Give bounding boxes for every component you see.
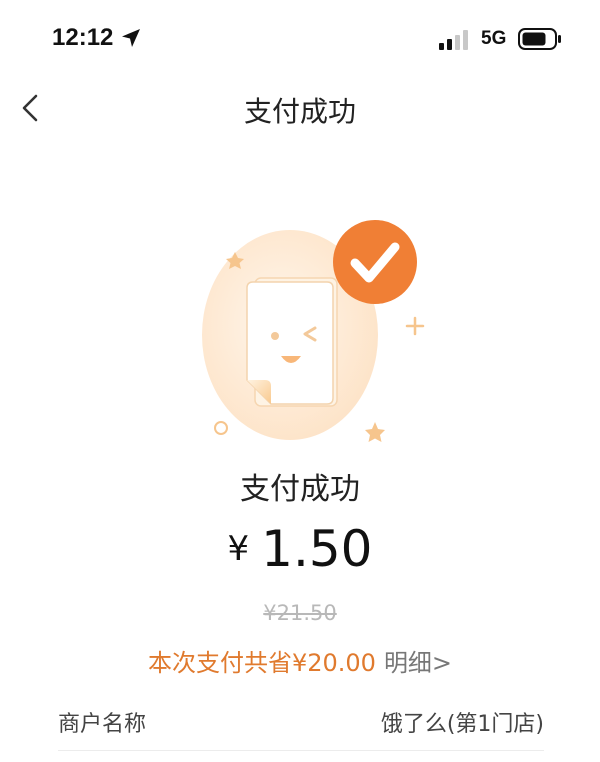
merchant-label: 商户名称 xyxy=(58,712,147,737)
page-title: 支付成功 xyxy=(243,95,356,128)
savings-row: 本次支付共省¥20.00 明细> xyxy=(0,643,600,678)
nav-bar: 支付成功 xyxy=(0,80,600,136)
payment-amount: ¥1.50 xyxy=(0,520,600,578)
location-arrow-icon xyxy=(122,29,140,47)
savings-text: 本次支付共省¥20.00 xyxy=(147,649,376,677)
network-type: 5G xyxy=(481,28,507,49)
payment-success-screen: 12:12 5G 支付成功 支付成功 ¥ 1.50 ¥21.50 本次支付共省¥… xyxy=(0,0,600,762)
original-price: ¥21.50 xyxy=(263,601,337,625)
merchant-value: 饿了么(第1门店) xyxy=(380,712,544,737)
status-bar: 12:12 5G xyxy=(0,0,600,80)
payment-status-text: 支付成功 xyxy=(240,472,360,507)
divider xyxy=(58,750,544,751)
battery-icon xyxy=(518,28,561,50)
status-time: 12:12 xyxy=(52,24,114,51)
checkmark-icon xyxy=(333,220,417,304)
signal-bars-icon xyxy=(439,30,468,50)
merchant-row: 商户名称 饿了么(第1门店) xyxy=(58,700,544,748)
amount-value: 1.50 xyxy=(261,520,373,578)
details-link[interactable]: 明细> xyxy=(384,649,452,677)
payment-success-receipt-icon xyxy=(202,220,425,442)
currency-symbol: ¥ xyxy=(227,529,250,569)
